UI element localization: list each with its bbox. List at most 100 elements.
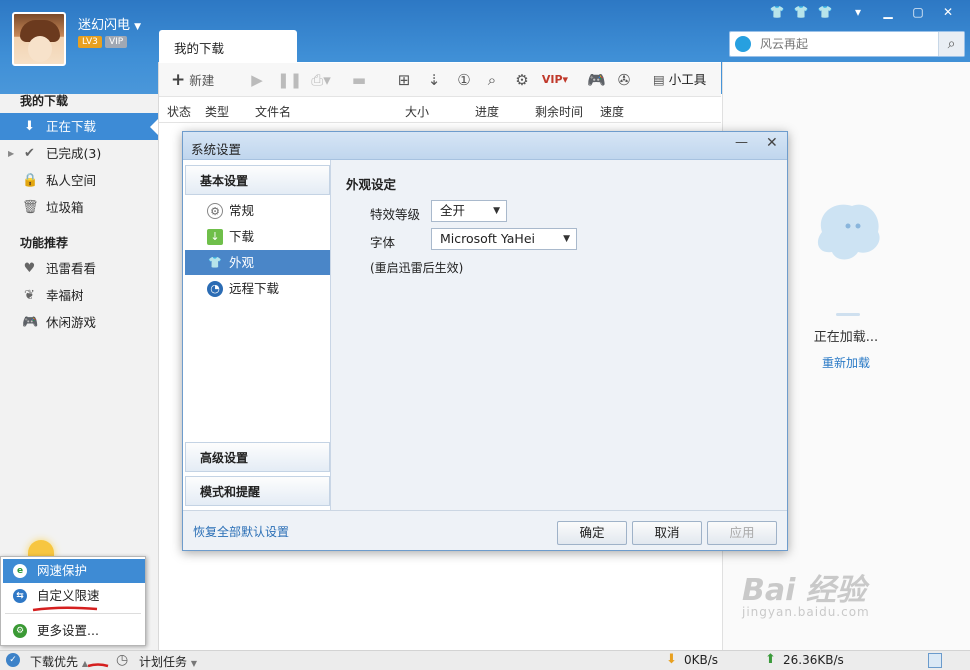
nav-item-download[interactable]: ↓ 下载 (185, 224, 330, 249)
grid-view-icon[interactable]: ⊞ (396, 71, 412, 89)
gear-icon: ⚙ (207, 203, 223, 219)
vip-badge[interactable]: VIP (105, 36, 128, 48)
search-input[interactable] (760, 35, 930, 53)
skin-icon[interactable]: 👕 (767, 4, 787, 20)
loading-ghost-icon (817, 204, 880, 260)
section-title: 外观设定 (346, 177, 397, 192)
lock-icon: 🔒 (22, 173, 39, 188)
toolbar: + 新建 ▶ ❚❚ ⎙▾ ▬ ⊞ ⇣ ① ⌕ ⚙ VIP▾ 🎮 ✇ ▤ 小工具 (159, 63, 721, 97)
dialog-close-icon[interactable]: ✕ (766, 135, 778, 151)
category-modes[interactable]: 模式和提醒 (185, 476, 330, 506)
menu-item-speed-protect[interactable]: e 网速保护 (3, 559, 145, 583)
upload-speed: 26.36KB/s (783, 653, 844, 667)
col-progress[interactable]: 进度 (475, 103, 499, 120)
restart-note: (重启迅雷后生效) (370, 261, 464, 275)
category-advanced[interactable]: 高级设置 (185, 442, 330, 472)
column-header: 状态 类型 文件名 大小 进度 剩余时间 速度 (159, 97, 721, 123)
red-underline-mark-2 (87, 663, 109, 668)
speed-popup-menu: e 网速保护 ⇆ 自定义限速 ⚙ 更多设置... (0, 556, 146, 646)
settings-gear-icon[interactable]: ⚙ (514, 71, 530, 89)
download-icon: ↓ (207, 229, 223, 245)
nav-item-general[interactable]: ⚙ 常规 (185, 198, 330, 223)
tools-button[interactable]: ▤ 小工具 (653, 71, 715, 89)
loading-bar (836, 313, 860, 316)
sidebar-section-features: 功能推荐 (20, 236, 69, 250)
level-badge: LV3 (78, 36, 102, 48)
col-speed[interactable]: 速度 (600, 103, 624, 120)
vip-tool-icon[interactable]: VIP▾ (541, 71, 569, 89)
cancel-button[interactable]: 取消 (632, 521, 702, 545)
nav-item-remote[interactable]: ◔ 远程下载 (185, 276, 330, 301)
single-task-icon[interactable]: ① (456, 71, 472, 89)
upload-speed-icon: ⬆ (765, 652, 776, 667)
dialog-title-bar: 系统设置 — ✕ (183, 132, 787, 160)
download-priority-button[interactable]: 下载优先 ▲ (30, 653, 88, 670)
custom-limit-icon: ⇆ (13, 589, 27, 603)
tab-my-downloads[interactable]: 我的下载 (159, 30, 297, 63)
col-filename[interactable]: 文件名 (255, 103, 291, 120)
red-underline-mark (32, 606, 98, 612)
sidebar-item-private[interactable]: 🔒 私人空间 (0, 167, 158, 194)
font-label: 字体 (370, 235, 396, 250)
search-icon[interactable]: ⌕ (938, 32, 964, 56)
baidu-watermark: Bai 经验 jingyan.baidu.com (742, 573, 870, 619)
download-speed: 0KB/s (684, 653, 719, 667)
priority-icon: ✓ (6, 653, 20, 667)
category-basic[interactable]: 基本设置 (185, 165, 330, 195)
sidebar-section-mydownloads: 我的下载 (20, 94, 69, 108)
download-icon: ⬇ (24, 119, 35, 134)
more-settings-icon: ⚙ (13, 624, 27, 638)
effect-select[interactable]: 全开 ▼ (431, 200, 507, 222)
col-status[interactable]: 状态 (167, 103, 191, 120)
sidebar-item-trash[interactable]: 🗑 垃圾箱 (0, 194, 158, 221)
maximize-icon[interactable]: ▢ (908, 4, 928, 20)
skin-icon-2[interactable]: 👕 (791, 4, 811, 20)
ok-button[interactable]: 确定 (557, 521, 627, 545)
avatar[interactable] (12, 12, 66, 66)
sidebar-item-games[interactable]: 🎮 休闲游戏 (0, 309, 158, 336)
settings-dialog: 系统设置 — ✕ 基本设置 ⚙ 常规 ↓ 下载 👕 外观 ◔ 远程下载 高级设置 模式和… (182, 131, 788, 551)
apply-button[interactable]: 应用 (707, 521, 777, 545)
delete-icon[interactable]: ⎙▾ (307, 71, 335, 89)
sort-icon[interactable]: ⇣ (426, 71, 442, 89)
user-name[interactable]: 迷幻闪电 ▼ (78, 14, 141, 33)
start-icon[interactable]: ▶ (249, 71, 265, 89)
chevron-down-icon: ▼ (493, 206, 500, 216)
find-icon[interactable]: ⌕ (484, 71, 500, 89)
folder-icon[interactable]: ▬ (351, 71, 367, 89)
col-size[interactable]: 大小 (405, 103, 429, 120)
col-type[interactable]: 类型 (205, 103, 229, 120)
sidebar-item-kankan[interactable]: ♥ 迅雷看看 (0, 255, 158, 282)
col-remaining[interactable]: 剩余时间 (535, 103, 583, 120)
divider (183, 510, 787, 511)
film-reel-icon[interactable]: ✇ (615, 71, 633, 89)
sidebar-item-tree[interactable]: ❦ 幸福树 (0, 282, 158, 309)
game-tool-icon[interactable]: 🎮 (587, 71, 606, 89)
restore-defaults-link[interactable]: 恢复全部默认设置 (193, 523, 289, 540)
check-icon: ✔ (24, 146, 35, 161)
dialog-nav: 基本设置 ⚙ 常规 ↓ 下载 👕 外观 ◔ 远程下载 高级设置 模式和提醒 (183, 160, 331, 510)
font-select[interactable]: Microsoft YaHei ▼ (431, 228, 577, 250)
speed-protect-icon: e (13, 564, 27, 578)
scheduled-task-button[interactable]: 计划任务 ▼ (139, 653, 197, 670)
trash-icon: 🗑 (22, 200, 39, 215)
sidebar-item-downloading[interactable]: ⬇ 正在下载 (0, 113, 158, 140)
minimize-icon[interactable]: ▁ (878, 4, 898, 20)
ie-logo-icon (735, 36, 751, 52)
menu-divider (5, 613, 141, 614)
nav-item-appearance[interactable]: 👕 外观 (185, 250, 330, 275)
leaf-icon: ❦ (24, 288, 35, 303)
pause-icon[interactable]: ❚❚ (277, 71, 302, 89)
play-shield-icon: ♥ (23, 261, 36, 276)
clock-icon: ◷ (116, 652, 129, 668)
dialog-minimize-icon[interactable]: — (735, 135, 748, 150)
search-box[interactable]: ⌕ (729, 31, 965, 57)
menu-item-more-settings[interactable]: ⚙ 更多设置... (3, 619, 145, 643)
menu-icon[interactable]: ▾ (848, 4, 868, 20)
close-icon[interactable]: ✕ (938, 4, 958, 20)
sidebar-item-completed[interactable]: ▶ ✔ 已完成(3) (0, 140, 158, 167)
effect-label: 特效等级 (370, 207, 421, 222)
skin-icon-3[interactable]: 👕 (815, 4, 835, 20)
panel-toggle-icon[interactable] (928, 653, 942, 668)
new-task-button[interactable]: + 新建 (171, 71, 221, 89)
